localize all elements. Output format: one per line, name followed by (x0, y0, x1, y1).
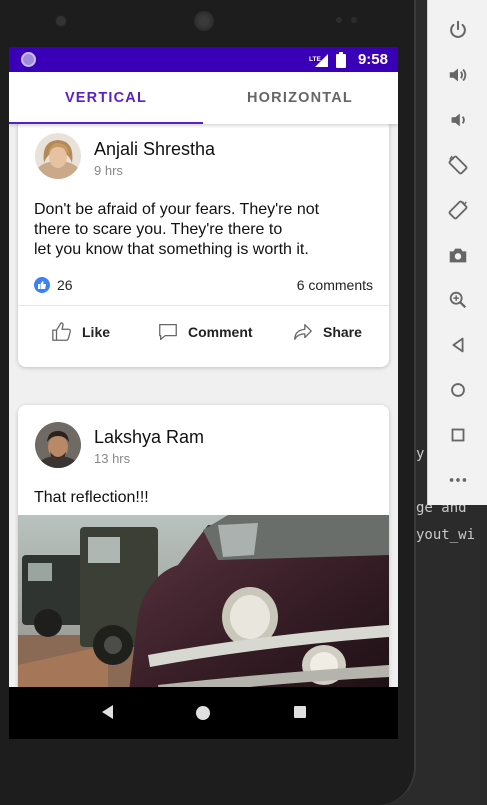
rotate-left-icon[interactable] (446, 153, 470, 177)
post-time: 13 hrs (94, 451, 131, 466)
share-button[interactable]: Share (292, 321, 362, 343)
post-text-line: there to scare you. They're there to (34, 221, 283, 238)
comment-button[interactable]: Comment (157, 321, 253, 343)
signal-icon: LTE (309, 54, 328, 67)
more-icon[interactable] (446, 468, 470, 492)
home-icon[interactable] (446, 378, 470, 402)
phone-screen: LTE 9:58 VERTICAL HORIZONTAL Anjali Shre… (9, 47, 398, 739)
post-author[interactable]: Anjali Shrestha (94, 139, 215, 160)
like-button-label: Like (82, 324, 111, 340)
avatar[interactable] (35, 133, 81, 179)
volume-up-icon[interactable] (446, 63, 470, 87)
tab-bar: VERTICAL HORIZONTAL (9, 72, 398, 124)
post-text: That reflection!!! (34, 489, 149, 506)
nav-home-icon[interactable] (196, 706, 210, 720)
rotate-right-icon[interactable] (446, 198, 470, 222)
nav-recents-icon[interactable] (294, 706, 306, 718)
volume-down-icon[interactable] (446, 108, 470, 132)
sensor-dot (336, 17, 342, 23)
back-icon[interactable] (446, 333, 470, 357)
tab-vertical[interactable]: VERTICAL (9, 72, 203, 124)
speaker-grille (194, 11, 214, 31)
avatar[interactable] (35, 422, 81, 468)
like-button[interactable]: Like (51, 321, 110, 343)
phone-frame: LTE 9:58 VERTICAL HORIZONTAL Anjali Shre… (0, 0, 416, 805)
emulator-side-panel (427, 0, 487, 505)
svg-text:LTE: LTE (309, 56, 321, 63)
battery-icon (336, 52, 346, 68)
comment-button-label: Comment (188, 324, 253, 340)
zoom-in-icon[interactable] (446, 288, 470, 312)
post-image[interactable] (18, 515, 389, 700)
system-nav-bar (9, 687, 398, 739)
comments-count[interactable]: 6 comments (297, 277, 373, 293)
post-text-line: let you know that something is worth it. (34, 241, 309, 258)
sensor-dot (351, 17, 357, 23)
post-text-line: Don't be afraid of your fears. They're n… (34, 201, 320, 218)
ide-code-line: yout_wi (416, 527, 476, 543)
status-time: 9:58 (357, 51, 388, 68)
thumbs-up-badge-icon (34, 277, 50, 293)
post-author[interactable]: Lakshya Ram (94, 427, 204, 448)
front-camera (55, 15, 67, 27)
post-card: Anjali Shrestha 9 hrs Don't be afraid of… (18, 119, 389, 367)
post-text: Don't be afraid of your fears. They're n… (34, 200, 319, 260)
power-icon[interactable] (446, 18, 470, 42)
tab-indicator (9, 122, 203, 124)
post-time: 9 hrs (94, 163, 123, 178)
nav-back-icon[interactable] (100, 704, 114, 720)
divider (18, 305, 389, 306)
camera-icon[interactable] (446, 243, 470, 267)
share-button-label: Share (323, 324, 362, 340)
like-count-value: 26 (57, 277, 73, 293)
post-card: Lakshya Ram 13 hrs That reflection!!! (18, 405, 389, 705)
thumbs-up-icon (52, 322, 72, 341)
status-bar: LTE 9:58 (9, 47, 398, 72)
like-count[interactable]: 26 (34, 277, 73, 293)
comment-icon (159, 324, 177, 340)
tab-horizontal[interactable]: HORIZONTAL (203, 72, 397, 124)
overview-icon[interactable] (446, 423, 470, 447)
ide-code-line: y (416, 446, 425, 462)
notification-icon (21, 52, 36, 67)
share-icon (294, 324, 312, 340)
